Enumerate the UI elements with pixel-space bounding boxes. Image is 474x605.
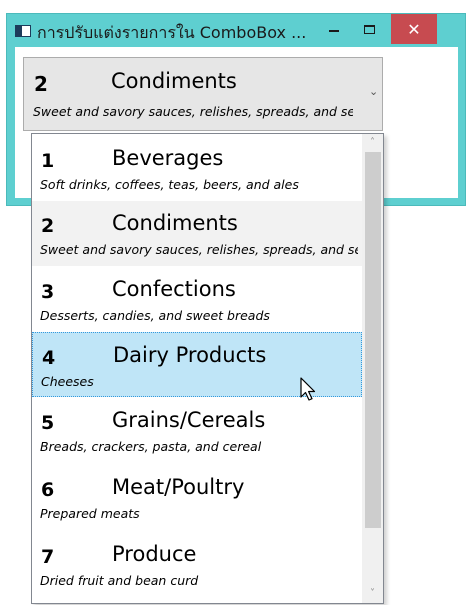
list-item[interactable]: 6 Meat/Poultry Prepared meats: [32, 465, 362, 530]
item-description: Soft drinks, coffees, teas, beers, and a…: [40, 177, 299, 192]
minimize-icon: [329, 30, 339, 32]
item-description: Breads, crackers, pasta, and cereal: [40, 439, 262, 454]
item-id: 3: [41, 281, 55, 303]
item-name: Meat/Poultry: [112, 475, 245, 499]
title-bar[interactable]: การปรับแต่งรายการใน ComboBox ... ✕: [7, 14, 465, 46]
item-description: Desserts, candies, and sweet breads: [40, 308, 270, 323]
item-id: 2: [41, 215, 55, 237]
combo-selected-name: Condiments: [111, 69, 237, 93]
item-id: 4: [42, 347, 56, 369]
list-item-selected[interactable]: 2 Condiments Sweet and savory sauces, re…: [32, 201, 362, 266]
item-id: 7: [41, 546, 55, 568]
app-icon: [15, 25, 31, 37]
list-item[interactable]: 7 Produce Dried fruit and bean curd: [32, 532, 362, 597]
scroll-up-icon[interactable]: ˄: [362, 134, 383, 152]
combo-selected-description: Sweet and savory sauces, relishes, sprea…: [33, 104, 353, 119]
scrollbar-thumb[interactable]: [365, 152, 381, 528]
combo-selected-id: 2: [34, 72, 48, 96]
item-id: 1: [41, 150, 55, 172]
close-button[interactable]: ✕: [391, 14, 437, 44]
list-item[interactable]: 5 Grains/Cereals Breads, crackers, pasta…: [32, 398, 362, 463]
item-name: Condiments: [112, 211, 238, 235]
maximize-icon: [363, 24, 375, 34]
minimize-button[interactable]: [317, 14, 351, 44]
close-icon: ✕: [407, 19, 421, 39]
item-id: 5: [41, 412, 55, 434]
item-description: Prepared meats: [40, 506, 140, 521]
scroll-down-icon[interactable]: ˅: [362, 585, 383, 603]
item-name: Beverages: [112, 146, 224, 170]
item-description: Sweet and savory sauces, relishes, sprea…: [40, 242, 358, 257]
list-item[interactable]: 1 Beverages Soft drinks, coffees, teas, …: [32, 136, 362, 201]
window-title: การปรับแต่งรายการใน ComboBox ...: [37, 23, 307, 42]
vertical-scrollbar[interactable]: ˄ ˅: [362, 134, 383, 603]
item-name: Dairy Products: [113, 343, 267, 367]
item-id: 6: [41, 479, 55, 501]
mouse-pointer-icon: [300, 377, 316, 401]
item-name: Confections: [112, 277, 236, 301]
item-description: Dried fruit and bean curd: [40, 573, 199, 588]
item-name: Produce: [112, 542, 197, 566]
list-item[interactable]: 3 Confections Desserts, candies, and swe…: [32, 267, 362, 332]
maximize-button[interactable]: [352, 14, 386, 44]
category-combobox[interactable]: 2 Condiments Sweet and savory sauces, re…: [23, 57, 383, 131]
combobox-dropdown: 1 Beverages Soft drinks, coffees, teas, …: [31, 133, 384, 604]
item-name: Grains/Cereals: [112, 408, 266, 432]
chevron-down-icon[interactable]: ⌄: [369, 85, 378, 98]
